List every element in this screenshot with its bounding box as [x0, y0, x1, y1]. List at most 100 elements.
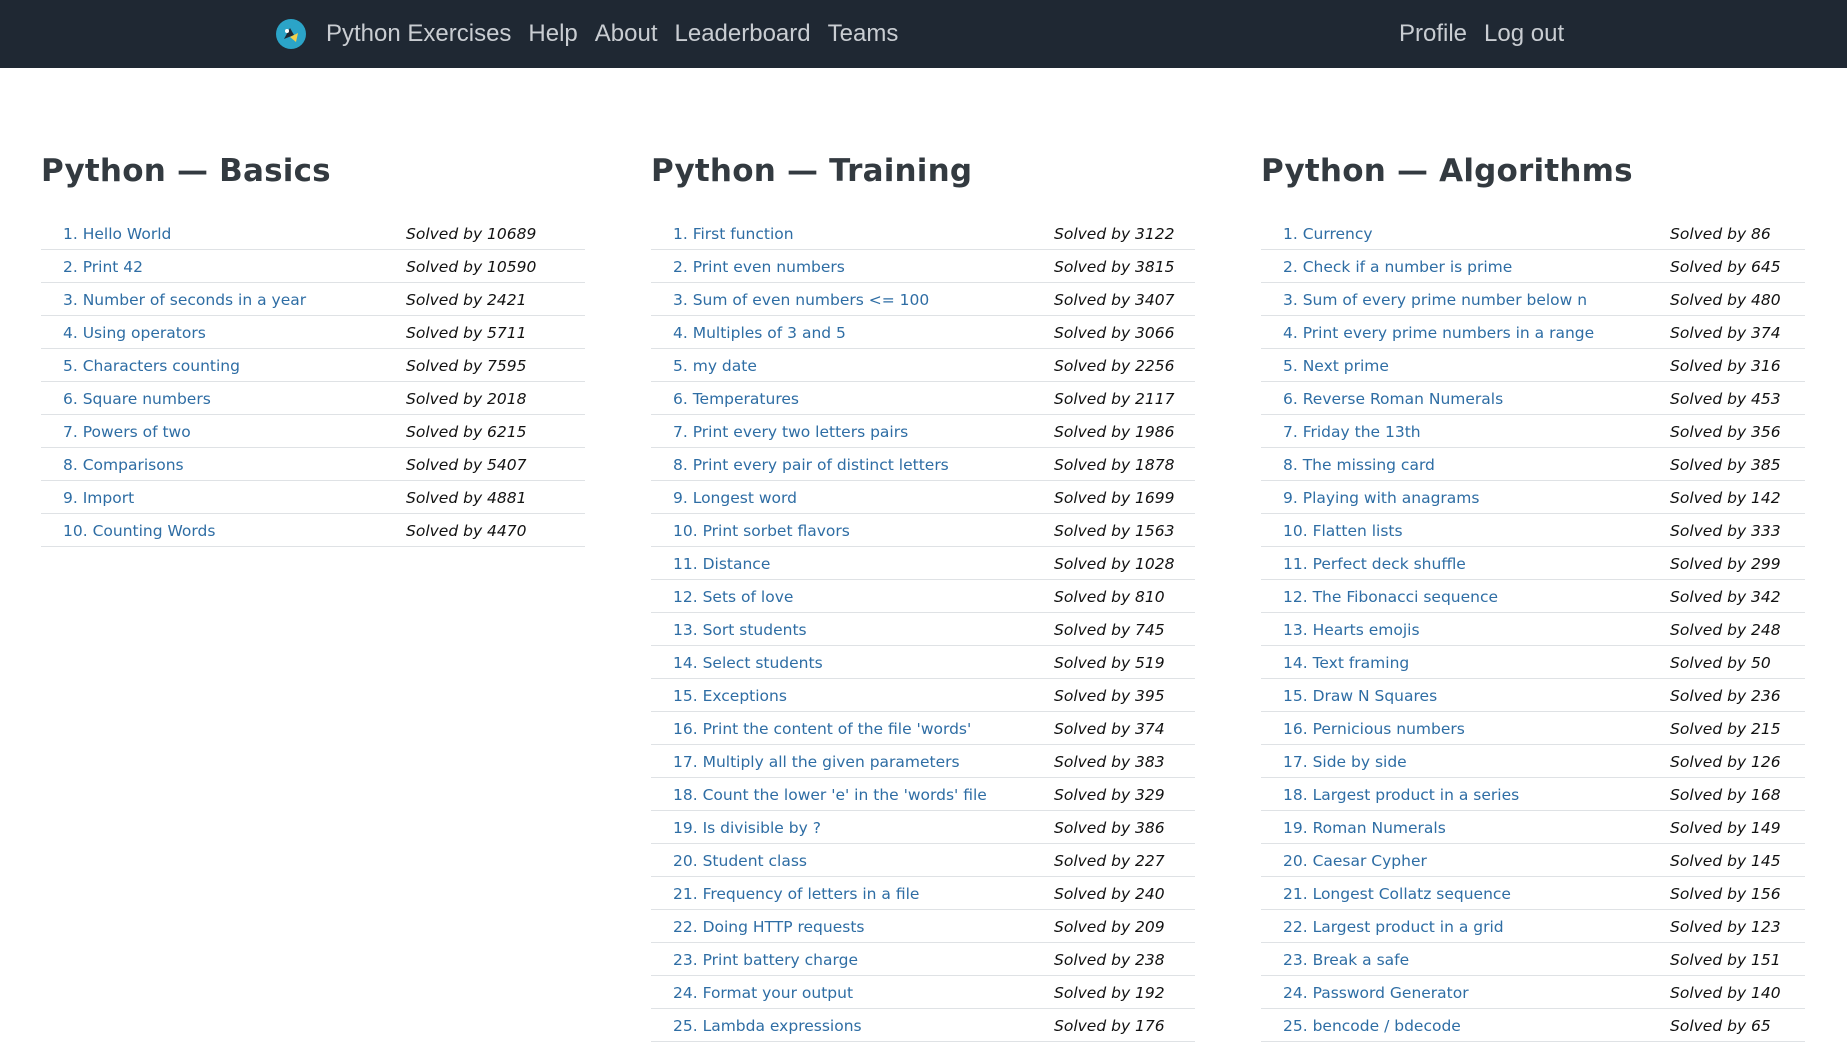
solved-count: Solved by 342 [1670, 588, 1781, 606]
exercise-link[interactable]: 10. Print sorbet flavors [673, 522, 850, 540]
exercise-link[interactable]: 7. Powers of two [63, 423, 191, 441]
exercise-row: 7. Print every two letters pairs Solved b… [651, 415, 1195, 448]
exercise-row: 17. Multiply all the given parameters Sol… [651, 745, 1195, 778]
exercise-row: 2. Print 42 Solved by 10590 [41, 250, 585, 283]
column-training: Python — Training 1. First function Solve… [651, 136, 1195, 1042]
exercise-link[interactable]: 3. Sum of every prime number below n [1283, 291, 1587, 309]
exercise-link[interactable]: 7. Print every two letters pairs [673, 423, 908, 441]
solved-count: Solved by 156 [1670, 885, 1781, 903]
exercise-link[interactable]: 2. Print 42 [63, 258, 143, 276]
exercise-link[interactable]: 5. Characters counting [63, 357, 240, 375]
exercise-link[interactable]: 20. Caesar Cypher [1283, 852, 1427, 870]
exercise-link[interactable]: 3. Number of seconds in a year [63, 291, 306, 309]
exercise-link[interactable]: 16. Pernicious numbers [1283, 720, 1465, 738]
exercise-row: 11. Perfect deck shuffle Solved by 299 [1261, 547, 1805, 580]
exercise-link[interactable]: 10. Counting Words [63, 522, 215, 540]
exercise-link[interactable]: 6. Reverse Roman Numerals [1283, 390, 1503, 408]
exercise-link[interactable]: 9. Playing with anagrams [1283, 489, 1479, 507]
exercise-link[interactable]: 15. Draw N Squares [1283, 687, 1437, 705]
exercise-row: 14. Select students Solved by 519 [651, 646, 1195, 679]
exercise-link[interactable]: 5. Next prime [1283, 357, 1389, 375]
exercise-link[interactable]: 25. Lambda expressions [673, 1017, 862, 1035]
exercise-link[interactable]: 24. Format your output [673, 984, 853, 1002]
exercise-link[interactable]: 2. Print even numbers [673, 258, 845, 276]
exercise-row: 18. Largest product in a series Solved by… [1261, 778, 1805, 811]
python-logo-icon[interactable] [276, 19, 306, 49]
solved-count: Solved by 248 [1670, 621, 1781, 639]
exercise-link[interactable]: 19. Roman Numerals [1283, 819, 1446, 837]
exercise-link[interactable]: 17. Side by side [1283, 753, 1407, 771]
exercise-list-algorithms: 1. Currency Solved by 86 2. Check if a num… [1261, 217, 1805, 1042]
exercise-row: 9. Playing with anagrams Solved by 142 [1261, 481, 1805, 514]
exercise-link[interactable]: 23. Break a safe [1283, 951, 1409, 969]
exercise-link[interactable]: 13. Sort students [673, 621, 807, 639]
exercise-link[interactable]: 1. First function [673, 225, 794, 243]
nav-log-out[interactable]: Log out [1484, 20, 1564, 48]
solved-count: Solved by 2117 [1054, 390, 1175, 408]
exercise-link[interactable]: 8. The missing card [1283, 456, 1435, 474]
solved-count: Solved by 176 [1054, 1017, 1165, 1035]
exercise-link[interactable]: 14. Text framing [1283, 654, 1409, 672]
exercise-link[interactable]: 22. Doing HTTP requests [673, 918, 864, 936]
exercise-row: 11. Distance Solved by 1028 [651, 547, 1195, 580]
exercise-link[interactable]: 18. Count the lower 'e' in the 'words' f… [673, 786, 987, 804]
exercise-link[interactable]: 25. bencode / bdecode [1283, 1017, 1461, 1035]
exercise-row: 1. Currency Solved by 86 [1261, 217, 1805, 250]
exercise-link[interactable]: 1. Hello World [63, 225, 171, 243]
exercise-link[interactable]: 17. Multiply all the given parameters [673, 753, 960, 771]
nav-help[interactable]: Help [528, 20, 577, 48]
exercise-link[interactable]: 21. Longest Collatz sequence [1283, 885, 1511, 903]
nav-about[interactable]: About [595, 20, 658, 48]
nav-teams[interactable]: Teams [828, 20, 899, 48]
solved-count: Solved by 316 [1670, 357, 1781, 375]
exercise-link[interactable]: 11. Perfect deck shuffle [1283, 555, 1466, 573]
nav-leaderboard[interactable]: Leaderboard [675, 20, 811, 48]
nav-python-exercises[interactable]: Python Exercises [326, 20, 511, 48]
exercise-link[interactable]: 19. Is divisible by ? [673, 819, 821, 837]
exercise-link[interactable]: 20. Student class [673, 852, 807, 870]
exercise-link[interactable]: 24. Password Generator [1283, 984, 1469, 1002]
exercise-link[interactable]: 4. Print every prime numbers in a range [1283, 324, 1594, 342]
exercise-link[interactable]: 10. Flatten lists [1283, 522, 1403, 540]
exercise-row: 15. Draw N Squares Solved by 236 [1261, 679, 1805, 712]
exercise-link[interactable]: 23. Print battery charge [673, 951, 858, 969]
exercise-link[interactable]: 11. Distance [673, 555, 770, 573]
exercise-link[interactable]: 22. Largest product in a grid [1283, 918, 1504, 936]
exercise-row: 21. Longest Collatz sequence Solved by 15… [1261, 877, 1805, 910]
exercise-link[interactable]: 6. Square numbers [63, 390, 211, 408]
solved-count: Solved by 519 [1054, 654, 1165, 672]
exercise-link[interactable]: 5. my date [673, 357, 757, 375]
exercise-link[interactable]: 16. Print the content of the file 'words… [673, 720, 971, 738]
exercise-link[interactable]: 8. Print every pair of distinct letters [673, 456, 949, 474]
solved-count: Solved by 5711 [406, 324, 527, 342]
exercise-link[interactable]: 21. Frequency of letters in a file [673, 885, 919, 903]
exercise-link[interactable]: 12. Sets of love [673, 588, 793, 606]
exercise-link[interactable]: 2. Check if a number is prime [1283, 258, 1512, 276]
exercise-link[interactable]: 9. Import [63, 489, 134, 507]
exercise-link[interactable]: 8. Comparisons [63, 456, 184, 474]
solved-count: Solved by 151 [1670, 951, 1781, 969]
exercise-row: 1. First function Solved by 3122 [651, 217, 1195, 250]
column-title-basics: Python — Basics [41, 153, 331, 189]
exercise-link[interactable]: 12. The Fibonacci sequence [1283, 588, 1498, 606]
exercise-link[interactable]: 3. Sum of even numbers <= 100 [673, 291, 929, 309]
exercise-link[interactable]: 4. Multiples of 3 and 5 [673, 324, 846, 342]
exercise-link[interactable]: 14. Select students [673, 654, 823, 672]
solved-count: Solved by 1878 [1054, 456, 1175, 474]
solved-count: Solved by 238 [1054, 951, 1165, 969]
solved-count: Solved by 3407 [1054, 291, 1175, 309]
exercise-link[interactable]: 18. Largest product in a series [1283, 786, 1519, 804]
exercise-link[interactable]: 9. Longest word [673, 489, 797, 507]
exercise-link[interactable]: 15. Exceptions [673, 687, 787, 705]
exercise-link[interactable]: 13. Hearts emojis [1283, 621, 1420, 639]
exercise-row: 17. Side by side Solved by 126 [1261, 745, 1805, 778]
solved-count: Solved by 480 [1670, 291, 1781, 309]
exercise-row: 21. Frequency of letters in a file Solved… [651, 877, 1195, 910]
exercise-link[interactable]: 4. Using operators [63, 324, 206, 342]
exercise-link[interactable]: 6. Temperatures [673, 390, 799, 408]
exercise-row: 15. Exceptions Solved by 395 [651, 679, 1195, 712]
nav-profile[interactable]: Profile [1399, 20, 1467, 48]
exercise-link[interactable]: 1. Currency [1283, 225, 1373, 243]
exercise-link[interactable]: 7. Friday the 13th [1283, 423, 1421, 441]
exercise-row: 25. bencode / bdecode Solved by 65 [1261, 1009, 1805, 1042]
